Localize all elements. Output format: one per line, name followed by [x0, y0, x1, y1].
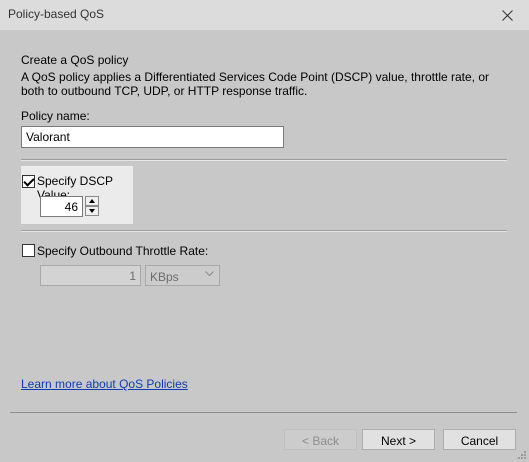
dscp-spinner [85, 196, 99, 216]
dscp-value-input[interactable]: 46 [40, 196, 83, 217]
throttle-unit-value: KBps [150, 270, 179, 284]
throttle-value-input[interactable]: 1 [40, 265, 141, 286]
spin-down-button[interactable] [85, 206, 99, 216]
divider [21, 159, 507, 161]
throttle-checkbox[interactable] [22, 244, 35, 257]
chevron-down-icon [205, 271, 214, 277]
footer-divider [10, 412, 517, 413]
throttle-unit-select[interactable]: KBps [145, 265, 220, 286]
arrow-down-icon [89, 209, 95, 213]
learn-more-link[interactable]: Learn more about QoS Policies [21, 377, 188, 391]
arrow-up-icon [89, 199, 95, 203]
window-title: Policy-based QoS [8, 7, 105, 21]
policy-qos-dialog: Policy-based QoS Create a QoS policy A Q… [0, 0, 529, 462]
spin-up-button[interactable] [85, 196, 99, 206]
title-bar: Policy-based QoS [0, 0, 529, 30]
cancel-button[interactable]: Cancel [443, 429, 516, 450]
back-button[interactable]: < Back [284, 429, 357, 450]
policy-name-label: Policy name: [21, 109, 90, 123]
resize-grip-icon[interactable] [517, 450, 527, 460]
dialog-content: Create a QoS policy A QoS policy applies… [0, 30, 529, 462]
page-description: A QoS policy applies a Differentiated Se… [21, 70, 490, 98]
policy-name-input[interactable]: Valorant [21, 126, 284, 148]
dscp-checkbox[interactable] [22, 175, 35, 188]
divider [21, 230, 507, 232]
throttle-label: Specify Outbound Throttle Rate: [37, 244, 209, 258]
dscp-section: Specify DSCP Value: 46 [21, 166, 133, 224]
close-button[interactable] [485, 0, 529, 30]
next-button[interactable]: Next > [362, 429, 435, 450]
page-heading: Create a QoS policy [21, 53, 129, 67]
close-icon [501, 9, 513, 21]
